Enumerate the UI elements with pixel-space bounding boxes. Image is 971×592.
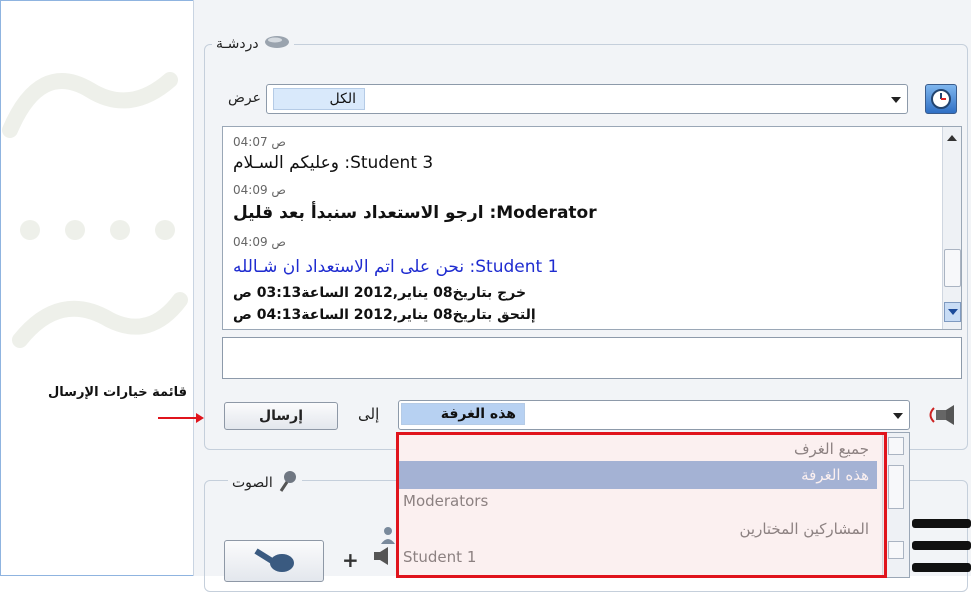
chat-log[interactable]: ص 04:07 وعليكم السـلام :Student 3 ص 04:0… bbox=[222, 126, 962, 330]
chat-message: وعليكم السـلام :Student 3 bbox=[233, 153, 434, 173]
scroll-thumb[interactable] bbox=[944, 249, 961, 287]
chevron-down-icon bbox=[893, 413, 903, 419]
chat-message: نحن على اتم الاستعداد ان شـالله :Student… bbox=[233, 257, 559, 277]
message-timestamp: ص 04:09 bbox=[233, 183, 286, 197]
volume-icon[interactable] bbox=[372, 545, 394, 571]
view-label: عرض bbox=[228, 90, 262, 106]
level-meter bbox=[912, 519, 971, 528]
scroll-up-icon[interactable] bbox=[888, 437, 904, 455]
user-icon bbox=[380, 526, 396, 548]
send-button[interactable]: إرسال bbox=[224, 402, 338, 430]
recipient-select[interactable]: هذه الغرفة bbox=[398, 400, 910, 430]
chat-log-scrollbar[interactable] bbox=[942, 127, 961, 329]
chat-title: دردشـة bbox=[216, 36, 259, 52]
chevron-down-icon bbox=[891, 97, 901, 103]
watermark-logo bbox=[0, 40, 190, 370]
plus-icon: + bbox=[342, 548, 359, 572]
panel-divider bbox=[193, 0, 194, 576]
to-label: إلى bbox=[358, 405, 380, 423]
chat-group-legend: دردشـة bbox=[212, 35, 294, 53]
annotation-label: قائمة خيارات الإرسال bbox=[48, 385, 188, 400]
system-event: خرج بتاريخ08 يناير,2012 الساعة03:13 ص bbox=[233, 285, 527, 301]
microphone-icon bbox=[278, 470, 298, 496]
scroll-down-icon[interactable] bbox=[888, 541, 904, 559]
message-input[interactable] bbox=[222, 337, 962, 379]
chat-bubble-icon bbox=[264, 35, 290, 53]
speaker-icon[interactable] bbox=[924, 404, 956, 430]
annotation-arrow-icon bbox=[158, 413, 204, 423]
view-filter-value: الكل bbox=[273, 88, 365, 110]
scroll-down-icon[interactable] bbox=[944, 302, 961, 322]
chat-message: ارجو الاستعداد سنبدأ بعد قليل :Moderator bbox=[233, 203, 597, 223]
view-filter-select[interactable]: الكل bbox=[266, 84, 908, 114]
clock-icon[interactable] bbox=[925, 84, 957, 114]
scroll-up-icon[interactable] bbox=[947, 135, 957, 141]
system-event: إلتحق بتاريخ08 يناير,2012 الساعة04:13 ص bbox=[233, 307, 536, 323]
audio-group-legend: الصوت bbox=[228, 470, 302, 496]
message-timestamp: ص 04:07 bbox=[233, 135, 286, 149]
scroll-thumb[interactable] bbox=[888, 465, 904, 509]
audio-title: الصوت bbox=[232, 475, 273, 491]
highlight-box bbox=[396, 432, 887, 578]
level-meter bbox=[912, 563, 971, 572]
level-meter bbox=[912, 541, 971, 550]
message-timestamp: ص 04:09 bbox=[233, 235, 286, 249]
recipient-value: هذه الغرفة bbox=[401, 403, 525, 425]
